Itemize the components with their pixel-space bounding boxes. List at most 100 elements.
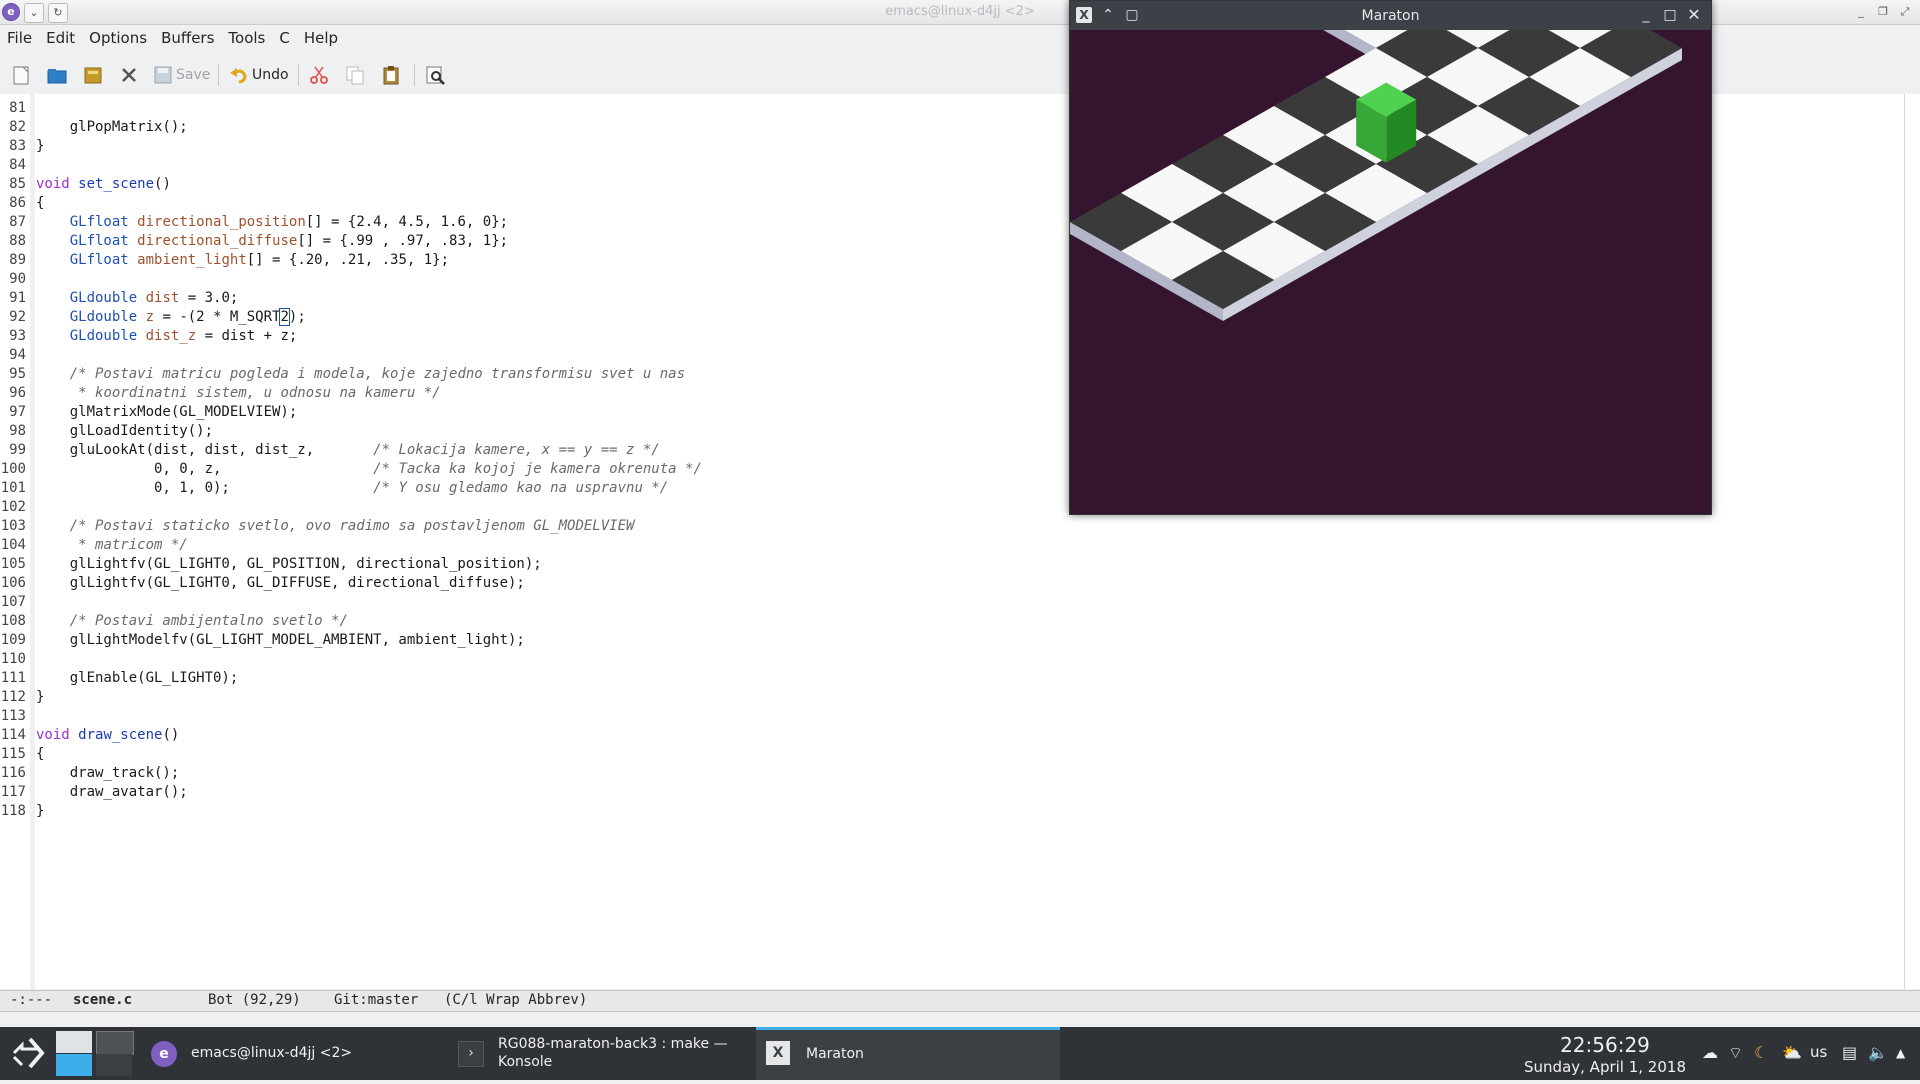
pager[interactable] [54, 1027, 136, 1080]
task-konsole-sublabel: Konsole [498, 1054, 553, 1070]
line-number: 112 [0, 689, 26, 705]
line-number: 96 [9, 385, 26, 401]
code-line[interactable]: glLightModelfv(GL_LIGHT_MODEL_AMBIENT, a… [36, 632, 525, 648]
code-line[interactable]: glMatrixMode(GL_MODELVIEW); [36, 404, 298, 420]
mode-line[interactable]: -:--- scene.c Bot (92,29) Git:master (C/… [0, 990, 1920, 1012]
code-line[interactable]: * koordinatni sistem, u odnosu na kameru… [36, 385, 440, 401]
undo-button[interactable]: Undo [228, 64, 292, 86]
cloud-icon[interactable]: ☁ [1702, 1043, 1718, 1062]
tool-bar: Save Undo [0, 60, 1080, 90]
line-number: 105 [0, 556, 26, 572]
line-number: 97 [9, 404, 26, 420]
desktop-4[interactable] [96, 1054, 132, 1076]
maraton-maximize-button[interactable]: □ [1662, 7, 1678, 23]
code-line[interactable]: 0, 1, 0); /* Y osu gledamo kao na usprav… [36, 480, 668, 496]
line-number: 89 [9, 252, 26, 268]
menu-tools[interactable]: Tools [221, 26, 272, 47]
close-buffer-icon[interactable] [118, 64, 140, 86]
line-number: 117 [0, 784, 26, 800]
new-file-icon[interactable] [10, 64, 32, 86]
line-number: 98 [9, 423, 26, 439]
code-line[interactable]: { [36, 746, 44, 762]
code-line[interactable]: GLfloat ambient_light[] = {.20, .21, .35… [36, 252, 449, 268]
modeline-vcs[interactable]: Git:master [334, 992, 418, 1008]
task-maraton[interactable]: X Maraton [756, 1027, 1060, 1080]
code-line[interactable]: /* Postavi staticko svetlo, ovo radimo s… [36, 518, 635, 534]
code-line[interactable]: 0, 0, z, /* Tacka ka kojoj je kamera okr… [36, 461, 702, 477]
code-line[interactable]: /* Postavi ambijentalno svetlo */ [36, 613, 348, 629]
code-line[interactable]: glPopMatrix(); [36, 119, 188, 135]
code-line[interactable]: GLdouble dist = 3.0; [36, 290, 239, 306]
toolbar-separator [298, 64, 299, 86]
menu-c[interactable]: C [272, 26, 296, 47]
modeline-modes[interactable]: (C/l Wrap Abbrev) [444, 992, 587, 1008]
code-line[interactable]: GLfloat directional_position[] = {2.4, 4… [36, 214, 508, 230]
code-line[interactable]: } [36, 689, 44, 705]
expand-tray-icon[interactable]: ▲ [1896, 1046, 1905, 1060]
minimize-button[interactable]: _ [1852, 3, 1870, 21]
echo-area[interactable] [0, 1012, 1920, 1026]
night-color-icon[interactable]: ☾ [1754, 1043, 1768, 1062]
modeline-position: Bot (92,29) [208, 992, 301, 1008]
cut-icon[interactable] [308, 64, 330, 86]
desktop-3[interactable] [56, 1054, 92, 1076]
code-line[interactable]: /* Postavi matricu pogleda i modela, koj… [36, 366, 685, 382]
weather-icon[interactable]: ⛅ [1782, 1043, 1802, 1062]
menu-edit[interactable]: Edit [39, 26, 82, 47]
menu-file[interactable]: File [0, 26, 39, 47]
maraton-minimize-button[interactable]: _ [1638, 7, 1654, 23]
code-line[interactable]: glLightfv(GL_LIGHT0, GL_POSITION, direct… [36, 556, 542, 572]
code-line[interactable]: glLightfv(GL_LIGHT0, GL_DIFFUSE, directi… [36, 575, 525, 591]
code-line[interactable]: draw_avatar(); [36, 784, 188, 800]
line-number: 81 [9, 100, 26, 116]
open-folder-icon[interactable] [46, 64, 68, 86]
maraton-titlebar[interactable]: X ⌃ ▢ Maraton _ □ ✕ [1070, 1, 1711, 30]
volume-icon[interactable]: 🔈 [1868, 1043, 1888, 1062]
maraton-close-button[interactable]: ✕ [1686, 7, 1702, 23]
code-line[interactable]: * matricom */ [36, 537, 188, 553]
code-line[interactable]: void set_scene() [36, 176, 171, 192]
modeline-buffer-name[interactable]: scene.c [73, 992, 132, 1008]
line-number: 106 [0, 575, 26, 591]
maraton-window[interactable]: X ⌃ ▢ Maraton _ □ ✕ [1069, 0, 1712, 515]
menu-help[interactable]: Help [297, 26, 345, 47]
code-line[interactable]: GLfloat directional_diffuse[] = {.99 , .… [36, 233, 508, 249]
line-number: 103 [0, 518, 26, 534]
code-line[interactable]: void draw_scene() [36, 727, 179, 743]
game-viewport[interactable] [1070, 30, 1711, 513]
line-number: 101 [0, 480, 26, 496]
code-line[interactable]: } [36, 138, 44, 154]
search-icon[interactable] [424, 64, 446, 86]
code-line[interactable]: GLdouble dist_z = dist + z; [36, 328, 298, 344]
emacs-task-icon: e [151, 1041, 177, 1067]
menu-options[interactable]: Options [82, 26, 154, 47]
toolbar-separator [218, 64, 219, 86]
code-line[interactable]: GLdouble z = -(2 * M_SQRT2); [36, 308, 306, 326]
save-button[interactable]: Save [152, 64, 212, 86]
desktop-2[interactable] [96, 1031, 134, 1055]
code-line[interactable]: { [36, 195, 44, 211]
clipboard-icon[interactable]: ▤ [1842, 1043, 1857, 1062]
code-line[interactable]: } [36, 803, 44, 819]
maximize-button[interactable]: ❐ [1874, 3, 1892, 21]
keyboard-layout[interactable]: us [1810, 1043, 1827, 1061]
menu-buffers[interactable]: Buffers [154, 26, 221, 47]
line-number: 108 [0, 613, 26, 629]
code-line[interactable]: glEnable(GL_LIGHT0); [36, 670, 239, 686]
close-button[interactable]: ⤢ [1896, 3, 1914, 21]
save-label: Save [176, 67, 211, 83]
wifi-icon[interactable]: ⌔ [1728, 1043, 1743, 1063]
code-line[interactable]: draw_track(); [36, 765, 180, 781]
open-directory-icon[interactable] [82, 64, 104, 86]
line-number: 83 [9, 138, 26, 154]
task-konsole[interactable]: › RG088-maraton-back3 : make — Konsole [450, 1027, 752, 1080]
desktop-1[interactable] [56, 1031, 92, 1053]
code-line[interactable]: glLoadIdentity(); [36, 423, 213, 439]
application-launcher-icon[interactable] [8, 1027, 48, 1080]
code-line[interactable]: gluLookAt(dist, dist, dist_z, /* Lokacij… [36, 442, 660, 458]
line-number: 109 [0, 632, 26, 648]
digital-clock[interactable]: 22:56:29 Sunday, April 1, 2018 [1500, 1033, 1710, 1076]
task-emacs[interactable]: e emacs@linux-d4jj <2> [145, 1027, 445, 1080]
copy-icon[interactable] [344, 64, 366, 86]
paste-icon[interactable] [380, 64, 402, 86]
